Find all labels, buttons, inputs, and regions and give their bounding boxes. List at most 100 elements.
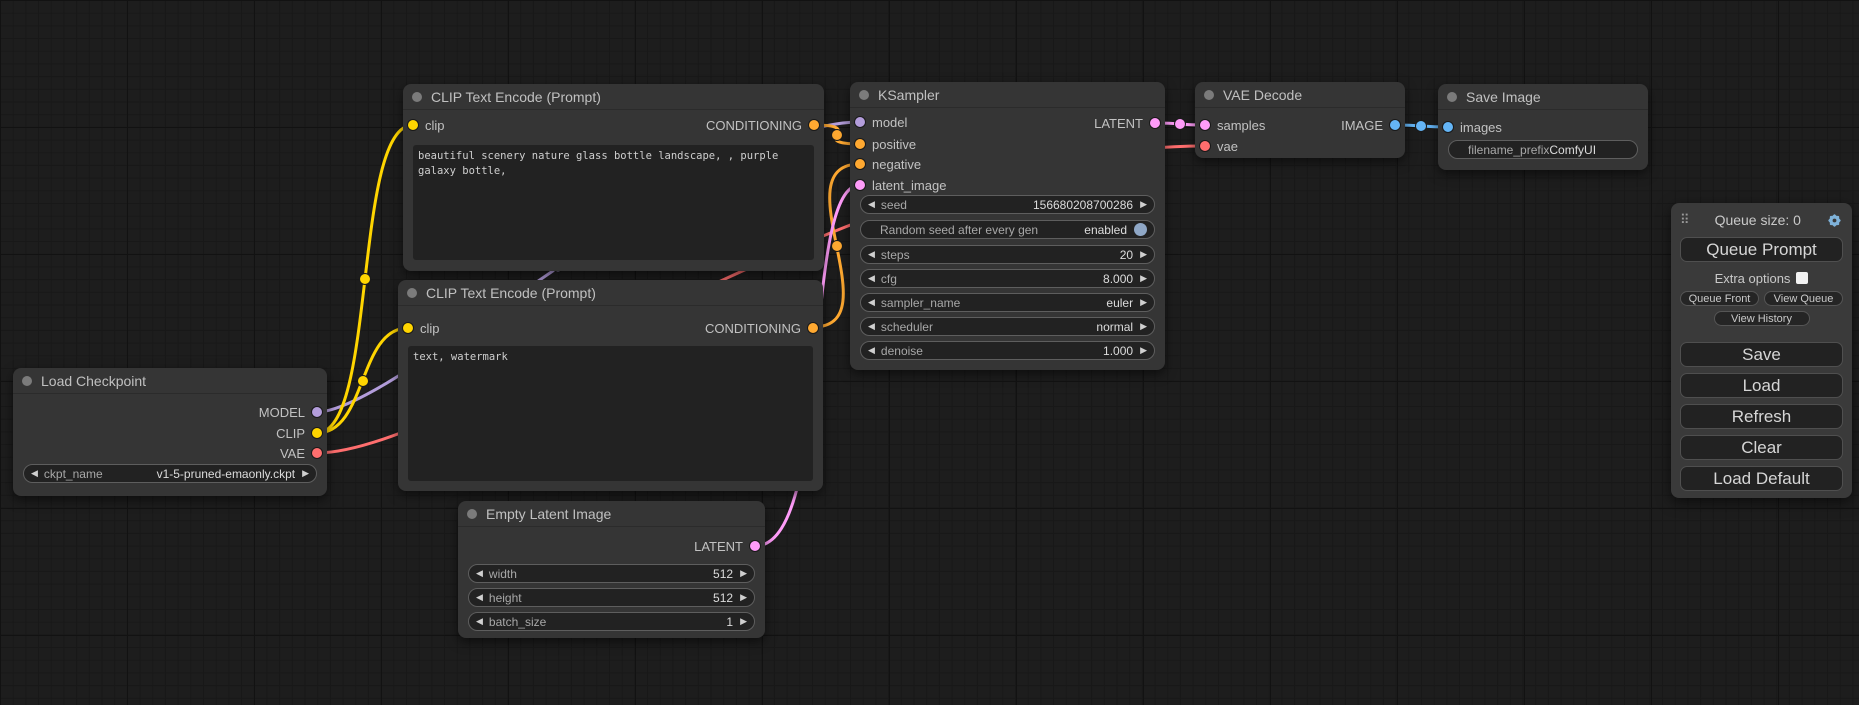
node-graph-canvas[interactable]: CLIP Text Encode (Prompt) clip CONDITION… [0, 0, 1859, 705]
widget-width[interactable]: ◀ width 512 ▶ [468, 564, 755, 583]
output-port-vae[interactable]: VAE [280, 445, 322, 461]
increment-icon[interactable]: ▶ [740, 593, 747, 602]
node-header[interactable]: Load Checkpoint [13, 368, 327, 394]
node-save-image[interactable]: Save Image images filename_prefix ComfyU… [1438, 84, 1648, 170]
widget-cfg[interactable]: ◀ cfg 8.000 ▶ [860, 269, 1155, 288]
refresh-button[interactable]: Refresh [1680, 404, 1843, 429]
input-port-negative[interactable]: negative [855, 156, 921, 172]
drag-handle-icon[interactable]: ⠿ [1680, 212, 1690, 228]
port-dot-clip[interactable] [312, 428, 322, 438]
widget-seed[interactable]: ◀ seed 156680208700286 ▶ [860, 195, 1155, 214]
collapse-dot-icon[interactable] [859, 90, 869, 100]
port-dot-model[interactable] [855, 117, 865, 127]
collapse-dot-icon[interactable] [1204, 90, 1214, 100]
collapse-dot-icon[interactable] [22, 376, 32, 386]
input-port-vae[interactable]: vae [1200, 138, 1238, 154]
widget-denoise[interactable]: ◀ denoise 1.000 ▶ [860, 341, 1155, 360]
port-dot-clip[interactable] [403, 323, 413, 333]
port-dot-conditioning[interactable] [855, 139, 865, 149]
node-header[interactable]: CLIP Text Encode (Prompt) [398, 280, 823, 306]
output-port-clip[interactable]: CLIP [276, 425, 322, 441]
settings-gear-icon[interactable] [1826, 212, 1843, 229]
input-port-model[interactable]: model [855, 114, 907, 130]
decrement-icon[interactable]: ◀ [868, 322, 875, 331]
increment-icon[interactable]: ▶ [302, 469, 309, 478]
port-dot-latent[interactable] [1200, 120, 1210, 130]
clear-button[interactable]: Clear [1680, 435, 1843, 460]
decrement-icon[interactable]: ◀ [476, 617, 483, 626]
prompt-textarea[interactable]: text, watermark [408, 346, 813, 481]
view-queue-button[interactable]: View Queue [1764, 291, 1843, 306]
port-dot-image[interactable] [1443, 122, 1453, 132]
port-dot-conditioning[interactable] [808, 323, 818, 333]
toggle-knob-icon[interactable] [1134, 223, 1147, 236]
output-port-conditioning[interactable]: CONDITIONING [706, 117, 819, 133]
widget-scheduler[interactable]: ◀ scheduler normal ▶ [860, 317, 1155, 336]
port-dot-image[interactable] [1390, 120, 1400, 130]
collapse-dot-icon[interactable] [412, 92, 422, 102]
save-button[interactable]: Save [1680, 342, 1843, 367]
widget-ckpt-name[interactable]: ◀ ckpt_name v1-5-pruned-emaonly.ckpt ▶ [23, 464, 317, 483]
node-header[interactable]: VAE Decode [1195, 82, 1405, 108]
extra-options-checkbox[interactable] [1796, 272, 1808, 284]
increment-icon[interactable]: ▶ [1140, 200, 1147, 209]
node-clip-text-encode-positive[interactable]: CLIP Text Encode (Prompt) clip CONDITION… [403, 84, 824, 271]
increment-icon[interactable]: ▶ [1140, 298, 1147, 307]
load-default-button[interactable]: Load Default [1680, 466, 1843, 491]
node-ksampler[interactable]: KSampler model LATENT positive negative … [850, 82, 1165, 370]
increment-icon[interactable]: ▶ [1140, 250, 1147, 259]
node-vae-decode[interactable]: VAE Decode samples IMAGE vae [1195, 82, 1405, 158]
node-header[interactable]: CLIP Text Encode (Prompt) [403, 84, 824, 110]
queue-prompt-button[interactable]: Queue Prompt [1680, 237, 1843, 262]
widget-sampler-name[interactable]: ◀ sampler_name euler ▶ [860, 293, 1155, 312]
prompt-textarea[interactable]: beautiful scenery nature glass bottle la… [413, 145, 814, 260]
collapse-dot-icon[interactable] [407, 288, 417, 298]
output-port-latent[interactable]: LATENT [694, 538, 760, 554]
port-dot-model[interactable] [312, 407, 322, 417]
input-port-latent-image[interactable]: latent_image [855, 177, 946, 193]
increment-icon[interactable]: ▶ [740, 569, 747, 578]
load-button[interactable]: Load [1680, 373, 1843, 398]
increment-icon[interactable]: ▶ [1140, 346, 1147, 355]
decrement-icon[interactable]: ◀ [868, 298, 875, 307]
port-dot-latent[interactable] [750, 541, 760, 551]
decrement-icon[interactable]: ◀ [31, 469, 38, 478]
input-port-clip[interactable]: clip [408, 117, 445, 133]
view-history-button[interactable]: View History [1714, 311, 1810, 326]
output-port-latent[interactable]: LATENT [1094, 115, 1160, 131]
node-header[interactable]: Save Image [1438, 84, 1648, 110]
widget-height[interactable]: ◀ height 512 ▶ [468, 588, 755, 607]
node-header[interactable]: KSampler [850, 82, 1165, 108]
output-port-image[interactable]: IMAGE [1341, 117, 1400, 133]
input-port-clip[interactable]: clip [403, 320, 440, 336]
port-dot-clip[interactable] [408, 120, 418, 130]
port-dot-latent[interactable] [855, 180, 865, 190]
input-port-samples[interactable]: samples [1200, 117, 1265, 133]
node-load-checkpoint[interactable]: Load Checkpoint MODEL CLIP VAE ◀ ckpt_na… [13, 368, 327, 496]
port-dot-latent[interactable] [1150, 118, 1160, 128]
port-dot-conditioning[interactable] [809, 120, 819, 130]
port-dot-vae[interactable] [312, 448, 322, 458]
increment-icon[interactable]: ▶ [1140, 274, 1147, 283]
node-empty-latent-image[interactable]: Empty Latent Image LATENT ◀ width 512 ▶ … [458, 501, 765, 638]
queue-front-button[interactable]: Queue Front [1680, 291, 1759, 306]
port-dot-vae[interactable] [1200, 141, 1210, 151]
decrement-icon[interactable]: ◀ [476, 593, 483, 602]
widget-filename-prefix[interactable]: filename_prefix ComfyUI [1448, 140, 1638, 159]
widget-random-seed-toggle[interactable]: Random seed after every gen enabled [860, 220, 1155, 239]
output-port-conditioning[interactable]: CONDITIONING [705, 320, 818, 336]
collapse-dot-icon[interactable] [467, 509, 477, 519]
node-clip-text-encode-negative[interactable]: CLIP Text Encode (Prompt) clip CONDITION… [398, 280, 823, 491]
input-port-images[interactable]: images [1443, 119, 1502, 135]
node-header[interactable]: Empty Latent Image [458, 501, 765, 527]
port-dot-conditioning[interactable] [855, 159, 865, 169]
increment-icon[interactable]: ▶ [740, 617, 747, 626]
input-port-positive[interactable]: positive [855, 136, 916, 152]
increment-icon[interactable]: ▶ [1140, 322, 1147, 331]
decrement-icon[interactable]: ◀ [476, 569, 483, 578]
output-port-model[interactable]: MODEL [259, 404, 322, 420]
widget-steps[interactable]: ◀ steps 20 ▶ [860, 245, 1155, 264]
collapse-dot-icon[interactable] [1447, 92, 1457, 102]
decrement-icon[interactable]: ◀ [868, 346, 875, 355]
decrement-icon[interactable]: ◀ [868, 250, 875, 259]
